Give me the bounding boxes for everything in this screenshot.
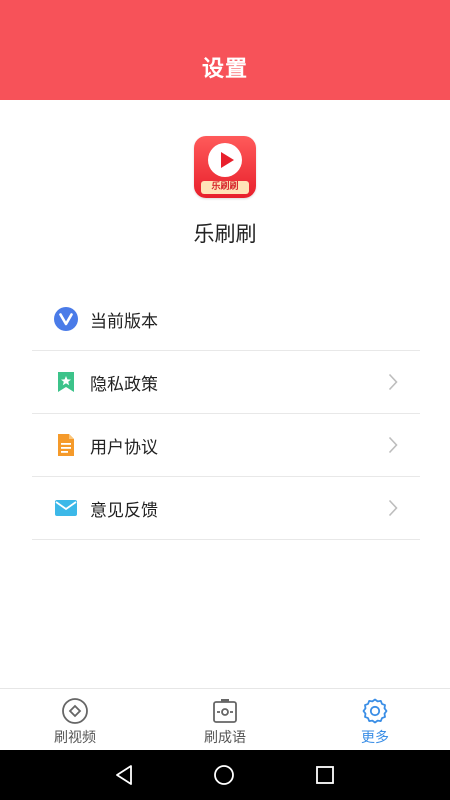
settings-list: 当前版本 隐私政策 用户协议 意见反馈 — [32, 288, 420, 540]
tab-label-idiom: 刷成语 — [204, 730, 246, 746]
setting-label-privacy: 隐私政策 — [90, 374, 158, 395]
setting-row-agreement[interactable]: 用户协议 — [32, 414, 420, 477]
chevron-right-icon — [388, 499, 398, 517]
tab-idiom[interactable]: 刷成语 — [150, 689, 300, 751]
recents-icon[interactable] — [315, 765, 335, 785]
feedback-icon — [55, 500, 77, 516]
setting-row-feedback[interactable]: 意见反馈 — [32, 477, 420, 540]
setting-label-feedback: 意见反馈 — [90, 500, 158, 521]
tab-more[interactable]: 更多 — [300, 689, 450, 751]
chevron-right-icon — [388, 436, 398, 454]
header-bar: 设置 — [0, 0, 450, 100]
gear-icon — [362, 698, 388, 724]
version-icon — [54, 307, 78, 331]
agreement-icon — [58, 434, 74, 456]
system-nav-bar — [0, 750, 450, 800]
setting-row-version[interactable]: 当前版本 — [32, 288, 420, 351]
bottom-nav: 刷视频 刷成语 更多 — [0, 688, 450, 751]
setting-row-privacy[interactable]: 隐私政策 — [32, 351, 420, 414]
play-icon — [208, 143, 242, 177]
tab-label-video: 刷视频 — [54, 730, 96, 746]
setting-label-agreement: 用户协议 — [90, 437, 158, 458]
app-logo-icon: 乐刷刷 — [194, 136, 256, 198]
privacy-icon — [58, 372, 74, 392]
video-icon — [62, 698, 88, 724]
home-icon[interactable] — [213, 764, 235, 786]
chevron-right-icon — [388, 373, 398, 391]
app-name: 乐刷刷 — [193, 222, 257, 246]
idiom-icon — [213, 699, 237, 723]
page-title: 设置 — [201, 57, 248, 82]
back-icon[interactable] — [113, 764, 135, 786]
logo-caption: 乐刷刷 — [201, 181, 249, 194]
setting-label-version: 当前版本 — [90, 311, 158, 332]
tab-label-more: 更多 — [361, 730, 389, 746]
tab-video[interactable]: 刷视频 — [0, 689, 150, 751]
